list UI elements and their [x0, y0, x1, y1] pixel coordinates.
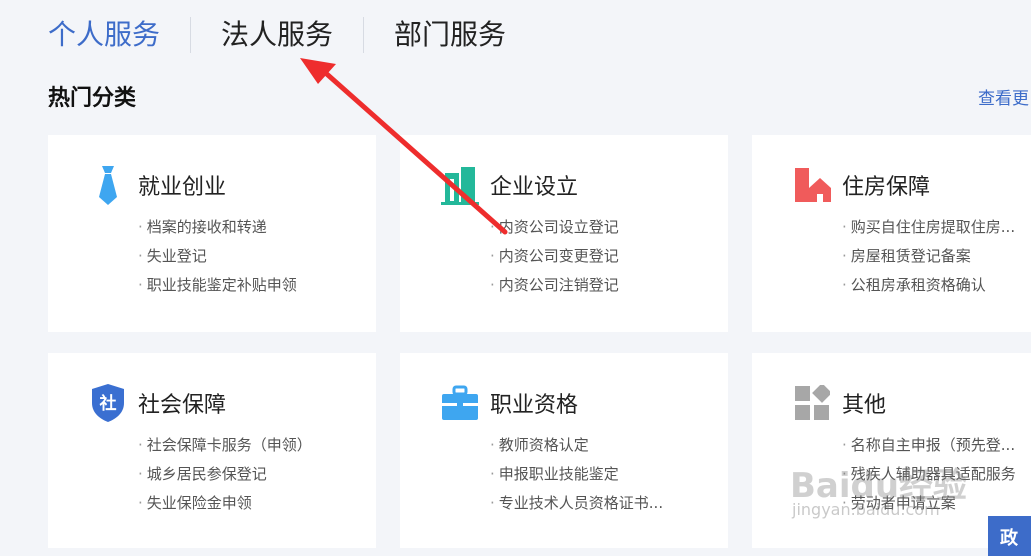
card-title: 社会保障: [138, 393, 227, 418]
watermark-url: jingyan.baidu.com: [792, 500, 940, 519]
service-link[interactable]: 教师资格认定: [490, 431, 663, 460]
tab-department-service[interactable]: 部门服务: [394, 14, 506, 56]
service-link[interactable]: 内资公司注销登记: [490, 271, 619, 300]
shield-icon: 社: [88, 383, 128, 423]
tab-legal-entity-service[interactable]: 法人服务: [221, 14, 333, 56]
category-card-enterprise-setup[interactable]: 企业设立 内资公司设立登记 内资公司变更登记 内资公司注销登记: [400, 135, 728, 332]
tab-personal-service[interactable]: 个人服务: [48, 14, 160, 56]
service-link[interactable]: 社会保障卡服务（申领）: [138, 431, 312, 460]
card-header: 社 社会保障: [88, 383, 226, 423]
card-service-list: 社会保障卡服务（申领） 城乡居民参保登记 失业保险金申领: [138, 431, 312, 518]
service-link[interactable]: 内资公司设立登记: [490, 213, 619, 242]
briefcase-icon: [440, 383, 480, 423]
card-header: 就业创业: [88, 165, 226, 205]
building-icon: [440, 165, 480, 205]
card-title: 住房保障: [842, 175, 931, 200]
service-link[interactable]: 购买自住住房提取住房...: [842, 213, 1015, 242]
service-link[interactable]: 城乡居民参保登记: [138, 460, 312, 489]
service-link[interactable]: 房屋租赁登记备案: [842, 242, 1015, 271]
service-link[interactable]: 申报职业技能鉴定: [490, 460, 663, 489]
card-service-list: 档案的接收和转递 失业登记 职业技能鉴定补贴申领: [138, 213, 297, 300]
card-service-list: 内资公司设立登记 内资公司变更登记 内资公司注销登记: [490, 213, 619, 300]
service-link[interactable]: 公租房承租资格确认: [842, 271, 1015, 300]
card-service-list: 购买自住住房提取住房... 房屋租赁登记备案 公租房承租资格确认: [842, 213, 1015, 300]
card-header: 职业资格: [440, 383, 578, 423]
service-link[interactable]: 失业保险金申领: [138, 489, 312, 518]
house-icon: [792, 165, 832, 205]
category-card-qualification[interactable]: 职业资格 教师资格认定 申报职业技能鉴定 专业技术人员资格证书...: [400, 353, 728, 548]
category-card-employment[interactable]: 就业创业 档案的接收和转递 失业登记 职业技能鉴定补贴申领: [48, 135, 376, 332]
service-link[interactable]: 名称自主申报（预先登...: [842, 431, 1016, 460]
card-header: 住房保障: [792, 165, 930, 205]
service-link[interactable]: 职业技能鉴定补贴申领: [138, 271, 297, 300]
card-title: 就业创业: [138, 175, 227, 200]
card-header: 其他: [792, 383, 886, 423]
card-title: 其他: [842, 393, 887, 418]
shield-icon-text: 社: [99, 394, 117, 414]
floating-badge[interactable]: 政: [988, 516, 1031, 556]
card-header: 企业设立: [440, 165, 578, 205]
service-link[interactable]: 内资公司变更登记: [490, 242, 619, 271]
card-title: 企业设立: [490, 175, 579, 200]
category-card-social-security[interactable]: 社 社会保障 社会保障卡服务（申领） 城乡居民参保登记 失业保险金申领: [48, 353, 376, 548]
service-link[interactable]: 失业登记: [138, 242, 297, 271]
tie-icon: [88, 165, 128, 205]
card-service-list: 教师资格认定 申报职业技能鉴定 专业技术人员资格证书...: [490, 431, 663, 518]
grid-icon: [792, 383, 832, 423]
tab-divider: [363, 17, 365, 53]
tab-divider: [190, 17, 192, 53]
service-link[interactable]: 档案的接收和转递: [138, 213, 297, 242]
category-card-housing[interactable]: 住房保障 购买自住住房提取住房... 房屋租赁登记备案 公租房承租资格确认: [752, 135, 1031, 332]
section-title: 热门分类: [48, 86, 137, 111]
card-title: 职业资格: [490, 393, 579, 418]
service-link[interactable]: 专业技术人员资格证书...: [490, 489, 663, 518]
view-more-link[interactable]: 查看更: [978, 84, 1029, 109]
service-tabs: 个人服务 法人服务 部门服务: [48, 14, 506, 56]
